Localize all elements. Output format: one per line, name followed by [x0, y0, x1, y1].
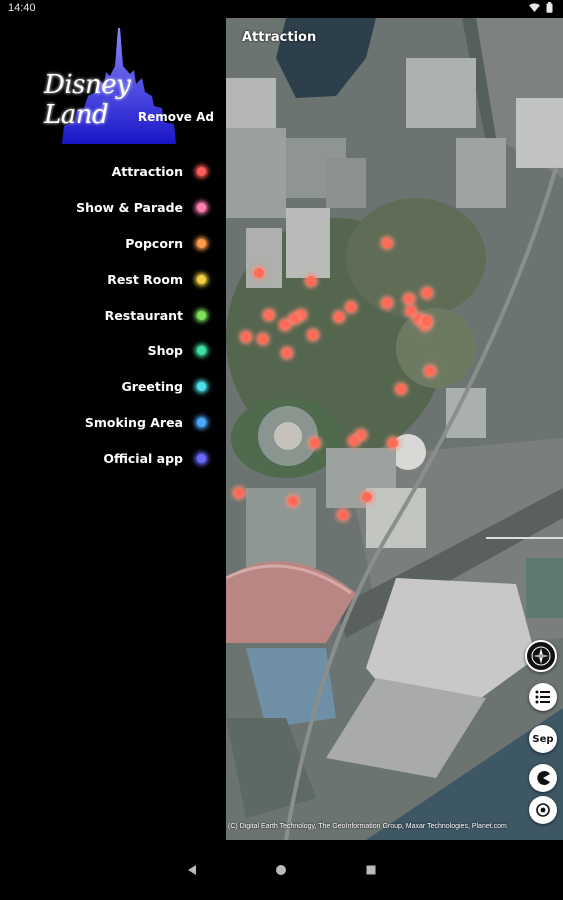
menu-item-label: Official app	[103, 450, 183, 466]
menu-item-restaurant[interactable]: Restaurant	[6, 297, 206, 333]
menu-item-popcorn[interactable]: Popcorn	[6, 226, 206, 262]
attraction-pin[interactable]	[334, 312, 344, 322]
attraction-pin[interactable]	[308, 330, 318, 340]
attraction-pin[interactable]	[388, 438, 398, 448]
menu-item-label: Popcorn	[125, 235, 183, 251]
map-title: Attraction	[242, 30, 317, 45]
system-icons	[529, 2, 553, 13]
menu-item-greeting[interactable]: Greeting	[6, 369, 206, 405]
attraction-pin[interactable]	[289, 314, 299, 324]
wifi-icon	[529, 3, 540, 12]
home-icon[interactable]	[275, 864, 287, 876]
menu-item-show-parade[interactable]: Show & Parade	[6, 190, 206, 226]
attraction-pin[interactable]	[280, 320, 290, 330]
attraction-dot-icon	[197, 167, 206, 177]
attraction-pin[interactable]	[282, 348, 292, 358]
restroom-dot-icon	[197, 274, 206, 284]
attraction-pin[interactable]	[362, 492, 372, 502]
attraction-pin[interactable]	[306, 276, 316, 286]
attraction-pin[interactable]	[422, 288, 432, 298]
restaurant-dot-icon	[197, 310, 206, 320]
show-dot-icon	[197, 203, 206, 213]
menu-item-official-app[interactable]: Official app	[6, 440, 206, 476]
attraction-pin[interactable]	[254, 268, 264, 278]
category-menu: Attraction Show & Parade Popcorn Rest Room R…	[6, 154, 206, 476]
attraction-pin[interactable]	[258, 334, 268, 344]
menu-item-label: Show & Parade	[76, 200, 183, 216]
menu-item-label: Greeting	[121, 379, 184, 395]
menu-item-label: Smoking Area	[84, 414, 183, 430]
menu-item-label: Shop	[147, 343, 183, 359]
status-time: 14:40	[8, 2, 36, 14]
popcorn-dot-icon	[197, 238, 206, 248]
recents-icon[interactable]	[365, 864, 377, 876]
attraction-pin[interactable]	[396, 384, 406, 394]
menu-item-attraction[interactable]: Attraction	[6, 154, 206, 190]
smoking-dot-icon	[197, 417, 206, 427]
menu-item-rest-room[interactable]: Rest Room	[6, 261, 206, 297]
attraction-pin[interactable]	[404, 294, 414, 304]
pacman-icon[interactable]	[529, 764, 557, 792]
attraction-pin[interactable]	[382, 298, 392, 308]
attraction-pin[interactable]	[346, 302, 356, 312]
menu-item-shop[interactable]: Shop	[6, 333, 206, 369]
menu-item-label: Rest Room	[107, 271, 183, 287]
map-copyright: (C) Digital Earth Technology, The GeoInf…	[228, 823, 507, 830]
attraction-pin[interactable]	[422, 316, 432, 326]
attraction-pin[interactable]	[234, 488, 244, 498]
remove-ad-button[interactable]: Remove Ad	[138, 110, 214, 124]
attraction-pin[interactable]	[241, 332, 251, 342]
attraction-pin[interactable]	[338, 510, 348, 520]
app-logo: Disney Land	[44, 26, 194, 144]
battery-icon	[546, 2, 553, 13]
attraction-pin[interactable]	[288, 496, 298, 506]
menu-item-smoking-area[interactable]: Smoking Area	[6, 405, 206, 441]
shop-dot-icon	[197, 346, 206, 356]
attraction-pin[interactable]	[349, 436, 359, 446]
attraction-pin[interactable]	[425, 366, 435, 376]
back-icon[interactable]	[186, 864, 198, 876]
attraction-pin[interactable]	[382, 238, 392, 248]
satellite-map[interactable]: Attraction Sep (C) Digital Earth Technol…	[226, 18, 563, 840]
list-icon[interactable]	[529, 683, 557, 711]
navigation-bar	[0, 840, 563, 900]
attraction-pin[interactable]	[264, 310, 274, 320]
my-location-icon[interactable]	[529, 796, 557, 824]
greeting-dot-icon	[197, 382, 206, 392]
sidebar: Disney Land Remove Ad Attraction Show & P…	[0, 18, 226, 840]
menu-item-label: Restaurant	[104, 307, 183, 323]
menu-item-label: Attraction	[111, 164, 183, 180]
attraction-pin[interactable]	[310, 438, 320, 448]
compass-icon[interactable]	[525, 640, 557, 672]
official-app-dot-icon	[197, 453, 206, 463]
status-bar: 14:40	[0, 0, 563, 18]
sep-button[interactable]: Sep	[529, 725, 557, 753]
